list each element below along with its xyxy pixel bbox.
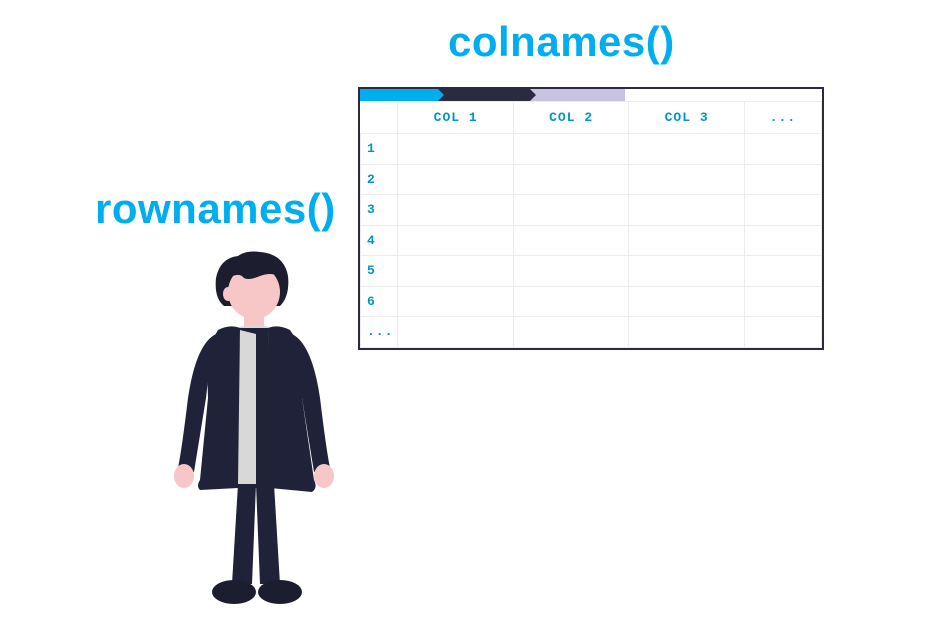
cell: [629, 317, 744, 348]
tab-segment-3: [530, 89, 625, 101]
cell: [398, 134, 513, 165]
cell: [513, 164, 628, 195]
cell: [398, 317, 513, 348]
row-header: 4: [361, 225, 398, 256]
cell: [513, 225, 628, 256]
row-header: 1: [361, 134, 398, 165]
row-header: 3: [361, 195, 398, 226]
table-row: 6: [361, 286, 822, 317]
data-table: COL 1 COL 2 COL 3 ... 1 2 3: [360, 101, 822, 348]
person-svg: [160, 248, 360, 618]
corner-cell: [361, 102, 398, 134]
cell: [629, 286, 744, 317]
table-row: 2: [361, 164, 822, 195]
col-header: COL 2: [513, 102, 628, 134]
col-header: ...: [744, 102, 821, 134]
rownames-label: rownames(): [95, 185, 336, 233]
tab-fill: [625, 89, 822, 101]
row-header: 2: [361, 164, 398, 195]
tab-segment-2: [438, 89, 530, 101]
cell: [744, 225, 821, 256]
table-row: 5: [361, 256, 822, 287]
colnames-label: colnames(): [448, 18, 675, 66]
row-header: ...: [361, 317, 398, 348]
cell: [629, 225, 744, 256]
cell: [744, 256, 821, 287]
cell: [744, 134, 821, 165]
table-row: 3: [361, 195, 822, 226]
table-row: 4: [361, 225, 822, 256]
cell: [513, 286, 628, 317]
cell: [629, 256, 744, 287]
tab-strip: [360, 89, 822, 101]
col-header: COL 3: [629, 102, 744, 134]
table-row: ...: [361, 317, 822, 348]
cell: [398, 195, 513, 226]
cell: [744, 286, 821, 317]
cell: [629, 134, 744, 165]
cell: [513, 317, 628, 348]
cell: [398, 256, 513, 287]
data-table-container: COL 1 COL 2 COL 3 ... 1 2 3: [358, 87, 824, 350]
cell: [629, 195, 744, 226]
cell: [629, 164, 744, 195]
header-row: COL 1 COL 2 COL 3 ...: [361, 102, 822, 134]
table-row: 1: [361, 134, 822, 165]
cell: [513, 134, 628, 165]
cell: [513, 256, 628, 287]
row-header: 6: [361, 286, 398, 317]
cell: [744, 164, 821, 195]
person-illustration: [160, 248, 360, 618]
cell: [744, 317, 821, 348]
col-header: COL 1: [398, 102, 513, 134]
cell: [513, 195, 628, 226]
cell: [398, 225, 513, 256]
cell: [744, 195, 821, 226]
cell: [398, 164, 513, 195]
tab-segment-1: [360, 89, 438, 101]
cell: [398, 286, 513, 317]
row-header: 5: [361, 256, 398, 287]
